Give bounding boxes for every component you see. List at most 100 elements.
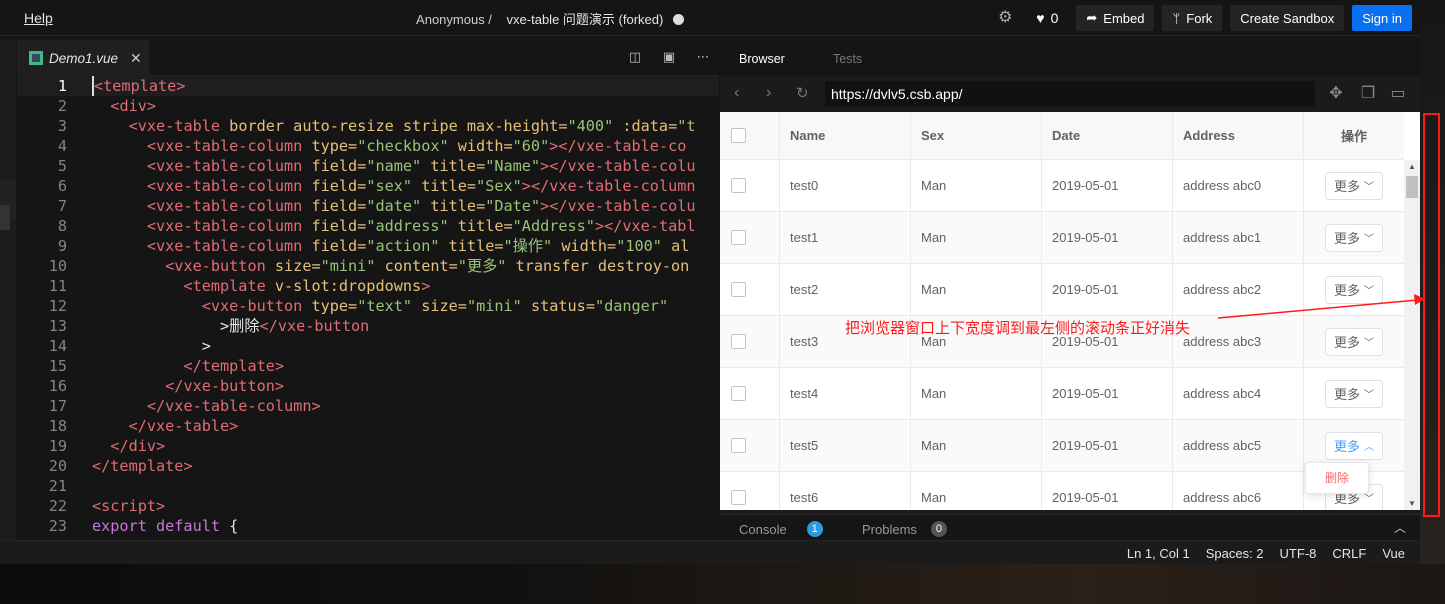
cell-text: Man [921,178,947,193]
line-number: 9 [57,237,67,255]
code-line[interactable]: 23 export default { [17,516,719,536]
code-line[interactable]: 6 <vxe-table-column field="sex" title="S… [17,176,719,196]
row-checkbox[interactable] [731,334,746,349]
more-options-icon[interactable]: ⋯ [695,49,711,65]
close-icon[interactable]: ✕ [130,50,142,67]
code-area[interactable]: 1 <template> 2 <div> 3 <vxe-table border au… [17,76,719,540]
line-number: 7 [57,197,67,215]
code-token: <vxe-table [128,117,230,135]
status-item[interactable]: UTF-8 [1280,546,1317,561]
table-row[interactable]: test1 Man 2019-05-01 address abc1 更多 ﹀ [720,212,1404,264]
code-line[interactable]: 20 </template> [17,456,719,476]
row-checkbox[interactable] [731,230,746,245]
gear-icon[interactable]: ⚙ [992,5,1018,31]
row-checkbox[interactable] [731,438,746,453]
code-line[interactable]: 21 [17,476,719,496]
activity-scroll-handle[interactable] [0,205,10,230]
code-token: { [220,517,239,535]
tab-demo1-vue[interactable]: Demo1.vue ✕ [17,40,149,76]
status-item[interactable]: Spaces: 2 [1206,546,1264,561]
dropdown-delete-item[interactable]: 删除 [1305,462,1369,494]
code-line[interactable]: 5 <vxe-table-column field="name" title="… [17,156,719,176]
code-line[interactable]: 3 <vxe-table border auto-resize stripe m… [17,116,719,136]
select-all-checkbox[interactable] [731,128,746,143]
tab-tests[interactable]: Tests [833,52,862,66]
scroll-up-icon[interactable]: ▲ [1408,162,1416,171]
code-line[interactable]: 7 <vxe-table-column field="date" title="… [17,196,719,216]
table-scrollbar[interactable]: ▲ ▼ [1404,160,1420,510]
scrollbar-thumb[interactable] [1406,176,1418,198]
code-line[interactable]: 13 >删除</vxe-button [17,316,719,336]
code-line[interactable]: 1 <template> [17,76,719,96]
code-line[interactable]: 16 </vxe-button> [17,376,719,396]
scroll-down-icon[interactable]: ▼ [1408,499,1416,508]
create-sandbox-button[interactable]: Create Sandbox [1230,5,1345,31]
row-checkbox[interactable] [731,178,746,193]
split-view-icon[interactable]: ◫ [627,49,643,65]
table-row[interactable]: test5 Man 2019-05-01 address abc5 更多 ︿ [720,420,1404,472]
fork-button[interactable]: ᛘ Fork [1162,5,1223,31]
code-line[interactable]: 2 <div> [17,96,719,116]
code-line[interactable]: 18 </vxe-table> [17,416,719,436]
header-address[interactable]: Address [1173,112,1304,159]
row-checkbox[interactable] [731,386,746,401]
more-button[interactable]: 更多 ︿ [1324,431,1383,460]
code-line[interactable]: 22 <script> [17,496,719,516]
cell-name: test0 [780,160,911,211]
table-row[interactable]: test0 Man 2019-05-01 address abc0 更多 ﹀ [720,160,1404,212]
refresh-icon[interactable]: ↻ [796,84,809,102]
embed-button[interactable]: ➦ Embed [1076,5,1155,31]
code-line[interactable]: 8 <vxe-table-column field="address" titl… [17,216,719,236]
tab-console[interactable]: Console 1 [739,521,823,537]
tab-problems[interactable]: Problems 0 [862,521,947,537]
owner-name[interactable]: Anonymous / [416,12,492,27]
chevron-down-icon: ﹀ [1364,390,1374,401]
status-item[interactable]: Ln 1, Col 1 [1127,546,1190,561]
code-token: </div> [110,437,166,455]
code-line[interactable]: 4 <vxe-table-column type="checkbox" widt… [17,136,719,156]
cell-text: Man [921,438,947,453]
code-token: >删除 [92,317,260,335]
cell-text: 2019-05-01 [1052,282,1119,297]
chevron-up-icon: ︿ [1364,442,1374,453]
open-devtools-icon[interactable]: ✥ [1324,82,1348,106]
sandbox-title: Anonymous / vxe-table 问题演示 (forked) [0,9,1100,28]
row-checkbox[interactable] [731,282,746,297]
code-line[interactable]: 14 > [17,336,719,356]
code-line[interactable]: 10 <vxe-button size="mini" content="更多" … [17,256,719,276]
status-item[interactable]: CRLF [1332,546,1366,561]
code-line[interactable]: 19 </div> [17,436,719,456]
row-checkbox[interactable] [731,490,746,505]
code-line[interactable]: 17 </vxe-table-column> [17,396,719,416]
code-line[interactable]: 11 <template v-slot:dropdowns> [17,276,719,296]
code-line[interactable]: 9 <vxe-table-column field="action" title… [17,236,719,256]
chevron-up-icon[interactable]: ︿ [1394,519,1406,536]
header-name[interactable]: Name [780,112,911,159]
more-button[interactable]: 更多 ﹀ [1324,171,1383,200]
table-row[interactable]: test2 Man 2019-05-01 address abc2 更多 ﹀ [720,264,1404,316]
table-row[interactable]: test6 Man 2019-05-01 address abc6 更多 ﹀ [720,472,1404,510]
back-icon[interactable]: ‹ [734,84,739,102]
status-item[interactable]: Vue [1382,546,1405,561]
more-button[interactable]: 更多 ﹀ [1324,379,1383,408]
project-name[interactable]: vxe-table 问题演示 (forked) [507,12,664,27]
header-sex[interactable]: Sex [911,112,1042,159]
forward-icon[interactable]: › [766,84,771,102]
tab-browser[interactable]: Browser [739,52,785,66]
url-input[interactable]: https://dvlv5.csb.app/ [825,81,1315,107]
more-button[interactable]: 更多 ﹀ [1324,223,1383,252]
table-row[interactable]: test4 Man 2019-05-01 address abc4 更多 ﹀ [720,368,1404,420]
preview-icon[interactable]: ▣ [661,49,677,65]
more-button[interactable]: 更多 ﹀ [1324,327,1383,356]
sign-in-button[interactable]: Sign in [1352,5,1412,31]
more-button[interactable]: 更多 ﹀ [1324,275,1383,304]
responsive-icon[interactable]: ▭ [1386,82,1410,106]
code-line[interactable]: 15 </template> [17,356,719,376]
code-token: width= [552,237,617,255]
header-date[interactable]: Date [1042,112,1173,159]
code-line[interactable]: 12 <vxe-button type="text" size="mini" s… [17,296,719,316]
like-button[interactable]: ♥ 0 [1026,10,1068,26]
open-new-window-icon[interactable]: ❐ [1356,82,1380,106]
cell-date: 2019-05-01 [1042,160,1173,211]
